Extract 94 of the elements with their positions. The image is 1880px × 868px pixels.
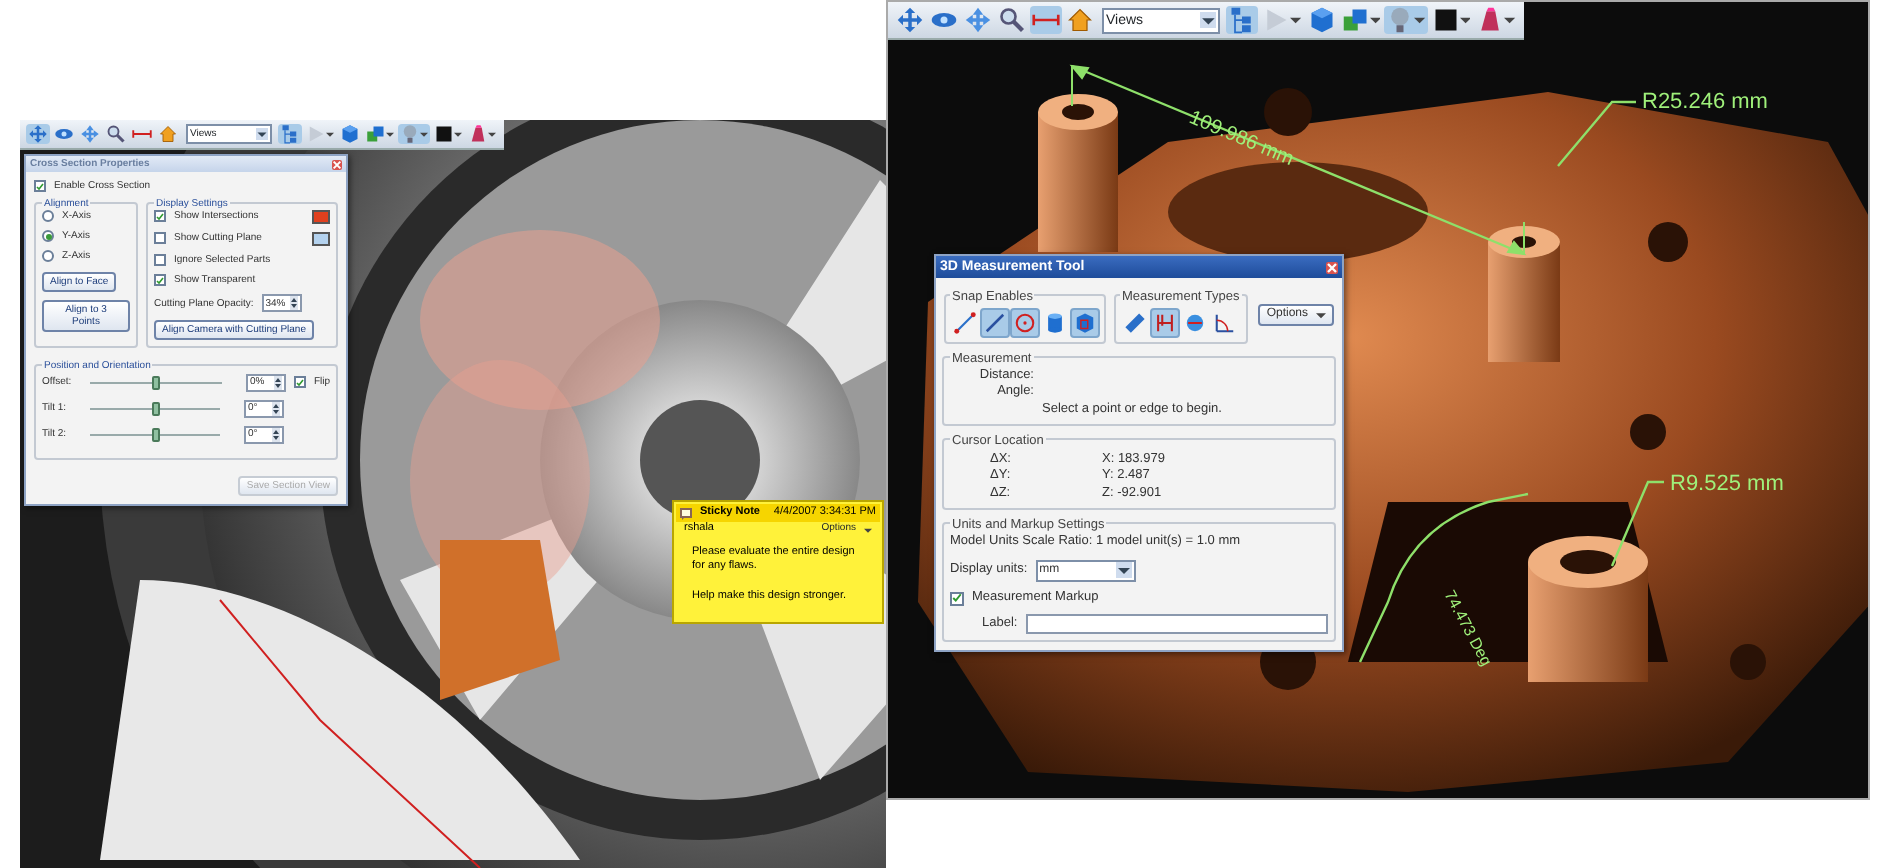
boss-drawing xyxy=(1488,226,1560,362)
zoom-icon xyxy=(998,6,1026,34)
spinner-icon xyxy=(272,401,280,415)
mounting-hole xyxy=(1648,222,1688,262)
checkbox[interactable] xyxy=(293,376,306,388)
sphere-icon xyxy=(1184,311,1206,334)
checkbox[interactable] xyxy=(154,253,166,266)
caret-icon xyxy=(386,130,394,138)
tool-button[interactable] xyxy=(950,307,980,338)
caret-icon xyxy=(1414,14,1426,26)
paint-icon xyxy=(1476,6,1505,34)
leader-line xyxy=(1610,480,1664,567)
close-button[interactable] xyxy=(1326,261,1338,274)
tool-button[interactable] xyxy=(1150,307,1180,338)
measure-icon xyxy=(132,124,152,144)
orbit-icon xyxy=(54,124,74,144)
dimension-label: R25.246 mm xyxy=(1642,90,1768,114)
caret-icon xyxy=(488,130,496,138)
checkbox[interactable] xyxy=(950,591,964,606)
radio-button[interactable] xyxy=(42,250,54,263)
note-icon xyxy=(680,507,692,520)
home-icon xyxy=(158,124,178,144)
leader-line xyxy=(1557,100,1636,167)
close-icon xyxy=(332,159,342,170)
check-icon xyxy=(36,181,44,192)
color-swatch[interactable] xyxy=(312,209,330,224)
check-icon xyxy=(952,592,962,605)
spinner-icon xyxy=(289,296,298,311)
move-icon xyxy=(964,6,992,34)
paint-icon xyxy=(468,124,488,144)
label-input-field[interactable] xyxy=(1025,614,1328,635)
checkbox[interactable] xyxy=(154,274,166,287)
caret-icon xyxy=(256,128,268,140)
toolbar-button[interactable] xyxy=(104,124,128,144)
square-icon xyxy=(434,124,454,144)
close-button[interactable] xyxy=(332,159,342,170)
pan-icon xyxy=(28,124,48,144)
tree-icon xyxy=(280,124,300,144)
cubes-icon xyxy=(1341,6,1370,34)
line-icon xyxy=(984,311,1006,334)
tool-button[interactable] xyxy=(1070,307,1100,338)
angle-icon xyxy=(1214,311,1236,334)
caret-icon xyxy=(454,130,462,138)
caret-icon xyxy=(1115,562,1132,579)
dimension-label: R9.525 mm xyxy=(1670,472,1784,496)
checkbox[interactable] xyxy=(154,210,166,223)
mounting-hole xyxy=(1264,88,1312,136)
checkbox[interactable] xyxy=(154,232,166,245)
tool-button[interactable] xyxy=(1010,307,1040,338)
spinner-icon xyxy=(272,427,280,441)
caret-icon xyxy=(864,525,872,534)
radio-button[interactable] xyxy=(42,230,54,243)
mounting-hole xyxy=(1730,644,1766,680)
close-icon xyxy=(1326,261,1338,274)
spinner-icon xyxy=(273,375,282,389)
caret-icon xyxy=(1369,14,1381,26)
square-icon xyxy=(1431,6,1460,34)
caret-icon xyxy=(1199,11,1217,29)
ruler-icon xyxy=(1124,311,1146,334)
point-line-icon xyxy=(954,311,976,334)
slider-thumb[interactable] xyxy=(151,401,159,415)
tool-button[interactable] xyxy=(980,307,1010,338)
caret-icon xyxy=(1504,14,1516,26)
lamp-icon xyxy=(1386,6,1415,34)
caret-icon xyxy=(1316,309,1326,320)
circle-icon xyxy=(1014,311,1036,334)
caret-icon xyxy=(326,130,334,138)
cube-icon xyxy=(1307,6,1336,34)
cubes-icon xyxy=(366,124,386,144)
cube-icon xyxy=(340,124,360,144)
color-swatch[interactable] xyxy=(312,231,330,246)
mounting-hole xyxy=(1630,414,1666,450)
checkbox[interactable] xyxy=(34,180,46,193)
play-icon xyxy=(1262,6,1291,34)
caret-icon xyxy=(1290,14,1302,26)
dimension-icon xyxy=(1154,311,1176,334)
move-icon xyxy=(80,124,100,144)
pan-icon xyxy=(896,6,924,34)
toolbar-button[interactable] xyxy=(996,6,1028,34)
check-icon xyxy=(156,211,164,222)
home-icon xyxy=(1066,6,1094,34)
lamp-icon xyxy=(400,124,420,144)
slider-thumb[interactable] xyxy=(151,427,159,441)
caret-icon xyxy=(1459,14,1471,26)
cylinder-icon xyxy=(1044,311,1066,334)
play-icon xyxy=(306,124,326,144)
toolbar-button[interactable] xyxy=(432,124,464,144)
tree-icon xyxy=(1228,6,1257,34)
zoom-icon xyxy=(106,124,126,144)
check-icon xyxy=(295,377,304,387)
caret-icon xyxy=(420,130,428,138)
slider-thumb[interactable] xyxy=(151,375,160,389)
check-icon xyxy=(156,275,164,286)
cube-icon xyxy=(1074,311,1096,334)
